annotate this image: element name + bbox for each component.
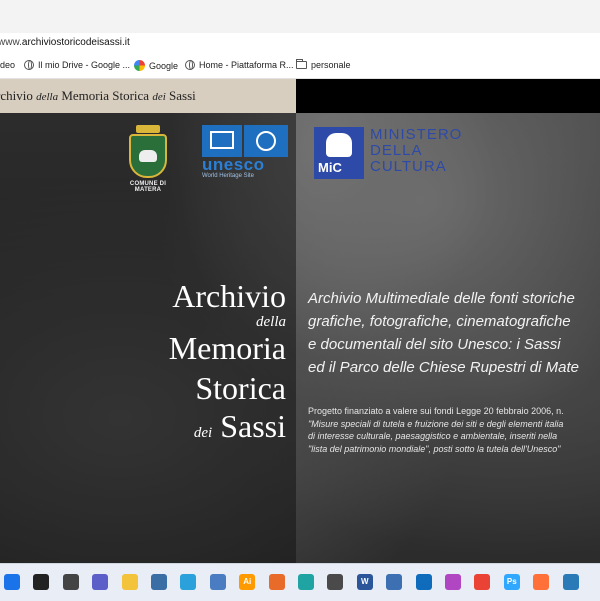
mic-wordmark: MINISTERO DELLA CULTURA: [370, 126, 463, 175]
globe-icon: [24, 60, 34, 70]
ministero-cultura-logo[interactable]: MiC MINISTERO DELLA CULTURA: [314, 127, 514, 181]
chat-icon[interactable]: [92, 574, 109, 590]
matera-caption: COMUNE DI MATERA: [129, 181, 167, 193]
folder-icon: [296, 59, 307, 69]
tab-strip: [0, 0, 600, 33]
illustrator-icon[interactable]: Ai: [239, 574, 256, 590]
site-header-title[interactable]: rchivio della Memoria Storica dei Sassi: [0, 88, 196, 104]
extra-app-icon[interactable]: [562, 574, 579, 590]
url-prefix: www.: [0, 37, 22, 48]
outlook-icon[interactable]: [415, 574, 432, 590]
notepad-icon[interactable]: [209, 574, 226, 590]
top-black-bar: [296, 79, 600, 113]
word-icon[interactable]: W: [356, 574, 373, 590]
settings-icon[interactable]: [151, 574, 167, 590]
title-line: Archivio: [172, 278, 286, 314]
unesco-temple-icon: [202, 125, 242, 157]
description-text: Archivio Multimediale delle fonti storic…: [308, 290, 579, 376]
address-bar[interactable]: www.archiviostoricodeisassi.it: [0, 33, 600, 55]
app-icon[interactable]: [268, 574, 285, 590]
bookmark-video[interactable]: ideo: [0, 60, 15, 70]
google-icon: [134, 60, 145, 71]
globe-icon: [185, 60, 195, 70]
bookmarks-bar: ideo Il mio Drive - Google ... Google Ho…: [0, 56, 600, 79]
site-header: rchivio della Memoria Storica dei Sassi: [0, 79, 296, 113]
url-host: archiviostoricodeisassi.it: [21, 37, 130, 48]
edge-icon[interactable]: [298, 574, 314, 590]
page-title: Archivio della Memoria Storica dei Sassi: [169, 279, 286, 443]
windows-start-icon[interactable]: [4, 574, 20, 590]
bookmark-label: Il mio Drive - Google ...: [38, 60, 131, 70]
url-text[interactable]: www.archiviostoricodeisassi.it: [0, 37, 130, 48]
title-line: Memoria: [168, 330, 286, 366]
calculator-icon[interactable]: [386, 574, 403, 590]
world-heritage-emblem-icon: [244, 125, 288, 157]
task-view-icon[interactable]: [62, 574, 79, 590]
chrome-icon[interactable]: [474, 574, 491, 590]
bookmark-label: Home - Piattaforma R...: [199, 60, 294, 70]
bookmark-piattaforma[interactable]: Home - Piattaforma R...: [185, 60, 294, 70]
bookmark-label: personale: [311, 60, 351, 70]
unesco-logo[interactable]: unesco World Heritage Site: [202, 125, 290, 179]
bookmark-label: Google: [149, 60, 179, 71]
title-line: Storica: [195, 370, 286, 406]
windows-taskbar: Ai W Ps: [0, 563, 600, 601]
cloud-icon[interactable]: [327, 574, 344, 590]
mic-badge-icon: MiC: [314, 127, 364, 179]
title-line-last: dei Sassi: [193, 408, 286, 444]
website-content: rchivio della Memoria Storica dei Sassi …: [0, 79, 600, 563]
title-line: della: [256, 314, 286, 330]
search-icon[interactable]: [33, 574, 50, 590]
photoshop-icon[interactable]: Ps: [503, 574, 520, 590]
unesco-subtitle: World Heritage Site: [202, 173, 254, 179]
coat-of-arms-icon: [129, 134, 167, 178]
file-explorer-icon[interactable]: [121, 574, 138, 590]
bookmark-drive[interactable]: Il mio Drive - Google ...: [24, 60, 130, 70]
bookmark-folder-personale[interactable]: personale: [296, 59, 351, 70]
comune-di-matera-logo[interactable]: COMUNE DI MATERA: [116, 125, 180, 195]
bookmark-google[interactable]: Google: [134, 60, 178, 71]
paint-icon[interactable]: [445, 574, 461, 590]
bookmark-label: ideo: [0, 60, 16, 70]
funding-note: Progetto finanziato a valere sui fondi L…: [308, 406, 564, 454]
firefox-icon[interactable]: [533, 574, 550, 590]
crown-icon: [136, 125, 160, 133]
telegram-icon[interactable]: [180, 574, 197, 590]
unesco-wordmark: unesco: [202, 155, 265, 174]
